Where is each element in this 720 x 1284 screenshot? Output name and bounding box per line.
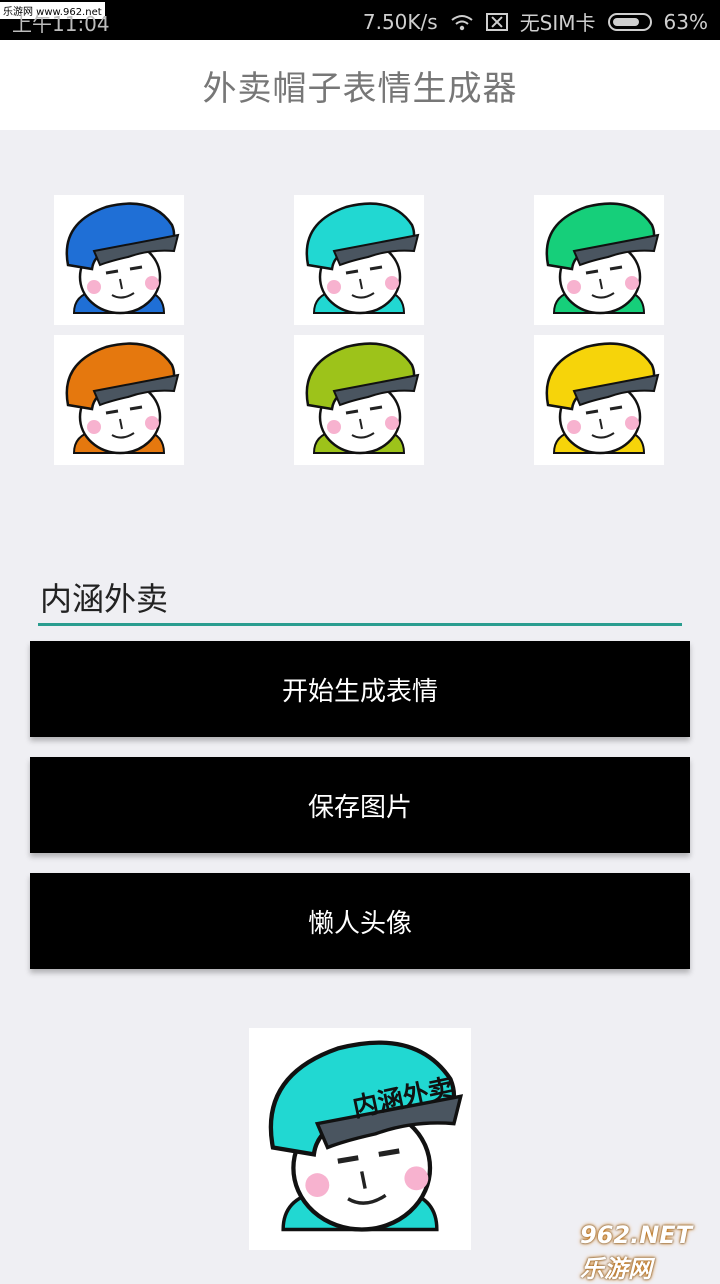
generate-button-label: 开始生成表情 (281, 676, 438, 707)
helmet-option-yellow[interactable] (534, 335, 664, 465)
helmet-option-cyan[interactable] (294, 195, 424, 325)
helmet-option-green[interactable] (534, 195, 664, 325)
status-time: 上午11:04 (12, 12, 110, 36)
generate-button[interactable]: 开始生成表情 (30, 641, 690, 737)
lazy-avatar-button-label: 懒人头像 (307, 908, 412, 939)
save-image-button-label: 保存图片 (307, 792, 412, 823)
caption-input[interactable]: 内涵外卖 (38, 570, 682, 626)
generated-preview-image: 内涵外卖 (249, 1028, 471, 1250)
helmet-option-orange[interactable] (54, 335, 184, 465)
caption-input-value: 内涵外卖 (40, 579, 169, 618)
page-title: 外卖帽子表情生成器 (202, 68, 518, 109)
wifi-icon (450, 13, 474, 31)
lazy-avatar-button[interactable]: 懒人头像 (30, 873, 690, 969)
network-speed: 7.50K/s (362, 9, 438, 34)
battery-level: 63% (663, 9, 708, 34)
app-bar: 外卖帽子表情生成器 (0, 40, 720, 130)
helmet-grid (54, 195, 666, 465)
helmet-option-lime[interactable] (294, 335, 424, 465)
no-sim-icon (485, 12, 508, 31)
battery-icon (607, 12, 652, 31)
sim-status: 无SIM卡 (519, 11, 596, 35)
bottom-watermark: 962.NET 乐游网 (580, 1220, 693, 1283)
helmet-option-blue[interactable] (54, 195, 184, 325)
save-image-button[interactable]: 保存图片 (30, 757, 690, 853)
status-bar: 乐游网 www.962.net 上午11:04 7.50K/s 无SIM卡 63… (0, 0, 720, 40)
